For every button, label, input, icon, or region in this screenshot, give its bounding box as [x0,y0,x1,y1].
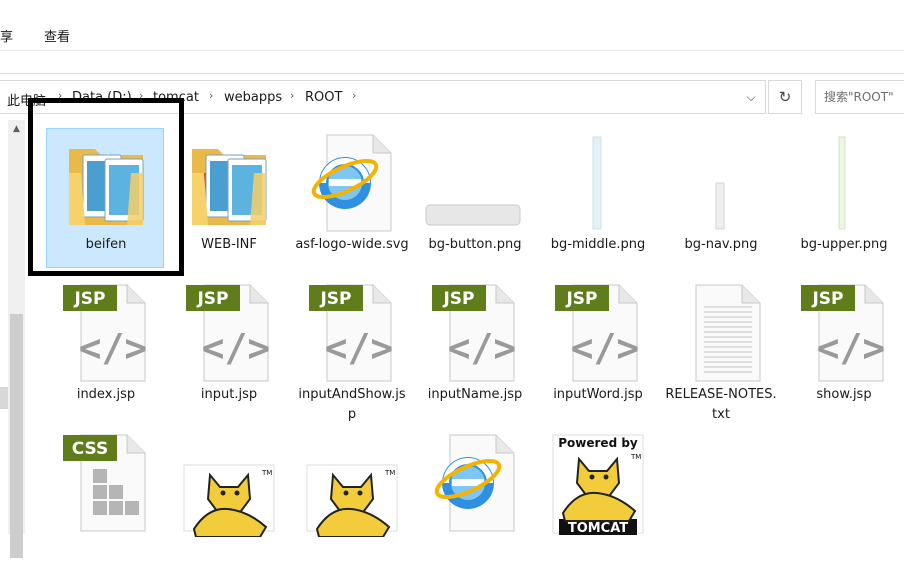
file-name: RELEASE-NOTES.txt [665,387,777,422]
svg-text:</>: </> [202,326,271,370]
css-file-icon: CSS [47,433,165,533]
file-item[interactable]: JSP </> index.jsp [46,278,164,418]
file-name: bg-button.png [428,237,522,252]
svg-text:JSP: JSP [73,289,105,309]
svg-text:TM: TM [630,453,641,461]
image-thumbnail-icon [785,133,903,233]
svg-text:TM: TM [384,469,395,477]
file-name: bg-nav.png [684,237,758,252]
file-item[interactable]: bg-upper.png [784,128,902,268]
file-item[interactable]: JSP </> show.jsp [784,278,902,418]
file-name: index.jsp [76,387,136,402]
file-item[interactable]: bg-button.png [415,128,533,268]
jsp-file-icon: JSP </> [293,283,411,383]
file-item[interactable]: JSP </> input.jsp [169,278,287,418]
breadcrumb-this-pc[interactable]: 此电脑 [7,90,46,109]
ribbon-tab-view[interactable]: 查看 [44,26,70,45]
svg-text:JSP: JSP [442,289,474,309]
file-item[interactable] [415,428,533,568]
file-item[interactable]: WEB-INF [169,128,287,268]
file-item[interactable]: RELEASE-NOTES.txt [661,278,780,422]
tomcat-logo-icon: TM [170,433,288,538]
scrollbar-thumb[interactable] [10,314,23,558]
internet-explorer-icon [293,133,411,233]
breadcrumb-root[interactable]: ROOT [305,90,342,105]
refresh-button[interactable]: ↻ [768,80,802,114]
jsp-file-icon: JSP </> [539,283,657,383]
file-item[interactable]: JSP </> inputName.jsp [415,278,533,418]
breadcrumb-tomcat[interactable]: tomcat [153,90,199,105]
file-item[interactable]: bg-middle.png [538,128,656,268]
svg-text:</>: </> [571,326,640,370]
address-bar[interactable]: 此电脑 › Data (D:) › tomcat › webapps › ROO… [0,80,766,114]
svg-text:JSP: JSP [196,289,228,309]
text-file-icon [662,283,780,383]
chevron-down-icon[interactable]: ⌵ [742,88,760,106]
file-item[interactable]: JSP </> inputWord.jsp [538,278,656,418]
ribbon-tab-share[interactable]: 享 [0,26,13,45]
breadcrumb-drive[interactable]: Data (D:) [72,90,132,105]
file-name: bg-middle.png [550,237,646,252]
svg-text:TM: TM [261,469,272,477]
folder-icon [47,133,165,233]
chevron-right-icon[interactable]: › [139,89,143,102]
file-name: beifen [85,237,127,252]
svg-text:JSP: JSP [811,289,843,309]
file-name: asf-logo-wide.svg [295,237,409,252]
nav-pane-edge [0,387,8,409]
vertical-scrollbar[interactable]: ▲ [8,120,25,558]
file-item[interactable]: Powered by TOMCAT TM [538,428,656,568]
internet-explorer-icon [416,433,534,533]
refresh-icon: ↻ [778,88,792,106]
jsp-file-icon: JSP </> [416,283,534,383]
jsp-file-icon: JSP </> [170,283,288,383]
file-name: bg-upper.png [800,237,888,252]
file-name: WEB-INF [201,237,257,252]
svg-text:</>: </> [79,326,148,370]
folder-icon [170,133,288,233]
svg-text:JSP: JSP [565,289,597,309]
jsp-file-icon: JSP </> [785,283,903,383]
chevron-right-icon[interactable]: › [352,89,356,102]
jsp-file-icon: JSP </> [47,283,165,383]
image-thumbnail-icon [416,133,534,233]
image-thumbnail-icon [662,133,780,233]
svg-text:JSP: JSP [319,289,351,309]
file-item[interactable]: CSS [46,428,164,568]
ribbon-collapsed-area [0,51,904,74]
file-item[interactable]: TM [169,428,287,568]
ribbon: 享 查看 [0,0,904,51]
file-item[interactable]: TM [292,428,410,568]
file-item[interactable]: asf-logo-wide.svg [292,128,410,268]
tomcat-powered-logo-icon: Powered by TOMCAT TM [539,433,657,536]
file-name: inputAndShow.jsp [298,387,406,422]
file-name: input.jsp [200,387,258,402]
svg-text:</>: </> [448,326,517,370]
svg-text:CSS: CSS [72,439,109,459]
image-thumbnail-icon [539,133,657,233]
breadcrumb-webapps[interactable]: webapps [224,90,282,105]
scroll-up-icon[interactable]: ▲ [8,124,25,138]
svg-text:</>: </> [817,326,886,370]
file-item[interactable]: bg-nav.png [661,128,779,268]
file-item[interactable]: JSP </> inputAndShow.jsp [292,278,411,422]
search-box[interactable] [815,80,904,114]
file-item[interactable]: beifen [46,128,164,268]
search-input[interactable] [824,82,904,112]
file-name: inputWord.jsp [553,387,643,402]
svg-text:Powered by: Powered by [558,436,638,450]
svg-text:</>: </> [325,326,394,370]
chevron-right-icon[interactable]: › [209,89,213,102]
file-name: show.jsp [816,387,872,402]
chevron-right-icon[interactable]: › [58,89,62,102]
tomcat-logo-icon: TM [293,433,411,538]
file-name: inputName.jsp [427,387,523,402]
chevron-right-icon[interactable]: › [290,89,294,102]
